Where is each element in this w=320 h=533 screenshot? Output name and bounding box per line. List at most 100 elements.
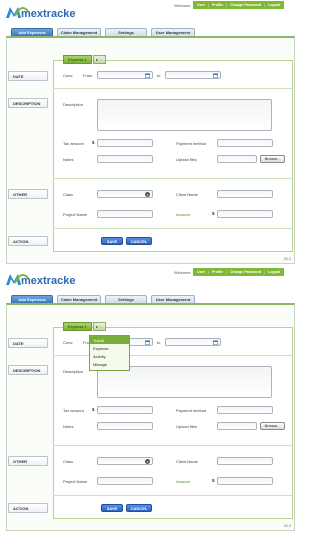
main-tabs: Add Expenses Claim Management Settings U…: [11, 28, 195, 36]
expense-tab-group: Expense 1 ▸ ...: [63, 322, 106, 331]
version-label: V1.2: [283, 524, 291, 528]
section-date: DATE: [8, 71, 48, 81]
amount-input[interactable]: [217, 210, 273, 218]
tab-add-expenses[interactable]: Add Expenses: [11, 28, 53, 36]
client-name-input[interactable]: [217, 190, 273, 198]
class-select[interactable]: ▾: [97, 190, 153, 198]
payment-method-input[interactable]: [217, 139, 273, 147]
section-description: DESCRIPTION: [8, 365, 48, 375]
class-select[interactable]: ▾: [97, 457, 153, 465]
welcome-text: Welcome: [174, 270, 191, 275]
conv-label: Conv.: [63, 73, 74, 78]
divider: [53, 445, 293, 446]
tab-claim-management[interactable]: Claim Management: [57, 28, 101, 36]
expense-type-toggle[interactable]: ▸ ...: [92, 322, 106, 331]
client-name-label: Client Name: [176, 192, 199, 197]
section-action: ACTION: [8, 236, 48, 246]
svg-text:mextracker: mextracker: [21, 8, 76, 19]
dropdown-option-expense[interactable]: Expense: [90, 344, 129, 352]
nav-profile-link[interactable]: Profile: [210, 270, 225, 274]
project-name-input[interactable]: [97, 477, 153, 485]
upload-file-input[interactable]: [217, 422, 257, 430]
tax-amount-input[interactable]: [97, 406, 153, 414]
chevron-down-icon[interactable]: ▾: [145, 459, 150, 464]
payment-method-label: Payment method: [176, 141, 207, 146]
date-from-input[interactable]: [97, 71, 153, 79]
tab-settings[interactable]: Settings: [105, 295, 147, 303]
section-date: DATE: [8, 338, 48, 348]
notes-label: Notes: [63, 157, 74, 162]
tab-add-expenses[interactable]: Add Expenses: [11, 295, 53, 303]
project-name-input[interactable]: [97, 210, 153, 218]
calendar-icon[interactable]: [145, 340, 150, 345]
project-name-label: Project Name: [63, 212, 88, 217]
screen-default: mextracker Welcome User | Profile | Change…: [0, 0, 300, 266]
description-label: Description: [63, 369, 84, 374]
dropdown-option-activity[interactable]: Activity: [90, 352, 129, 360]
nav-logout-link[interactable]: Logout: [266, 270, 282, 274]
svg-text:mextracker: mextracker: [21, 275, 76, 286]
expense-1-button[interactable]: Expense 1: [63, 55, 92, 64]
amount-input[interactable]: [217, 477, 273, 485]
conv-label: Conv.: [63, 340, 74, 345]
browse-button[interactable]: Browse...: [260, 422, 285, 430]
chevron-down-icon[interactable]: ▾: [145, 192, 150, 197]
version-label: V1.2: [283, 257, 291, 261]
description-textarea[interactable]: [97, 99, 272, 131]
cancel-button[interactable]: CANCEL: [126, 237, 152, 245]
mextracker-logo: mextracker: [6, 5, 80, 20]
save-button[interactable]: SAVE: [101, 504, 123, 512]
welcome-text: Welcome: [174, 3, 191, 8]
dropdown-option-travel[interactable]: Travel: [90, 336, 129, 344]
tax-amount-label: Tax amount: [63, 408, 84, 413]
date-to-input[interactable]: [165, 71, 221, 79]
save-button[interactable]: SAVE: [101, 237, 123, 245]
nav-logout-link[interactable]: Logout: [266, 3, 282, 7]
top-nav: User | Profile | Change Password | Logout: [193, 1, 285, 9]
tax-amount-label: Tax amount: [63, 141, 84, 146]
calendar-icon[interactable]: [213, 340, 218, 345]
section-description: DESCRIPTION: [8, 98, 48, 108]
payment-method-input[interactable]: [217, 406, 273, 414]
tab-user-management[interactable]: User Management: [151, 295, 195, 303]
section-other: OTHER: [8, 456, 48, 466]
upload-file-input[interactable]: [217, 155, 257, 163]
class-label: Class: [63, 192, 74, 197]
notes-input[interactable]: [97, 422, 153, 430]
expense-type-toggle[interactable]: ▸ ...: [92, 55, 106, 64]
top-nav: User | Profile | Change Password | Logout: [193, 268, 285, 276]
main-tabs: Add Expenses Claim Management Settings U…: [11, 295, 195, 303]
expense-tab-group: Expense 1 ▸ ...: [63, 55, 106, 64]
description-label: Description: [63, 102, 84, 107]
dropdown-option-mileage[interactable]: Mileage: [90, 360, 129, 368]
nav-user-link[interactable]: User: [195, 3, 207, 7]
nav-profile-link[interactable]: Profile: [210, 3, 225, 7]
nav-user-link[interactable]: User: [195, 270, 207, 274]
calendar-icon[interactable]: [145, 73, 150, 78]
amount-label: Amount: [176, 479, 190, 484]
notes-input[interactable]: [97, 155, 153, 163]
upload-files-label: Upload files: [176, 424, 197, 429]
nav-change-password-link[interactable]: Change Password: [228, 3, 263, 7]
tab-settings[interactable]: Settings: [105, 28, 147, 36]
expense-1-button[interactable]: Expense 1: [63, 322, 92, 331]
cancel-button[interactable]: CANCEL: [126, 504, 152, 512]
tab-claim-management[interactable]: Claim Management: [57, 295, 101, 303]
section-action: ACTION: [8, 503, 48, 513]
client-name-input[interactable]: [217, 457, 273, 465]
tax-amount-input[interactable]: [97, 139, 153, 147]
class-label: Class: [63, 459, 74, 464]
notes-label: Notes: [63, 424, 74, 429]
tab-user-management[interactable]: User Management: [151, 28, 195, 36]
date-to-input[interactable]: [165, 338, 221, 346]
payment-method-label: Payment method: [176, 408, 207, 413]
currency-symbol: $: [92, 140, 95, 145]
calendar-icon[interactable]: [213, 73, 218, 78]
upload-files-label: Upload files: [176, 157, 197, 162]
browse-button[interactable]: Browse...: [260, 155, 285, 163]
screen-dropdown-open: mextracker Welcome User | Profile | Change…: [0, 267, 300, 533]
amount-label: Amount: [176, 212, 190, 217]
to-label: to: [157, 73, 161, 78]
nav-change-password-link[interactable]: Change Password: [228, 270, 263, 274]
expense-type-dropdown: Travel Expense Activity Mileage: [89, 335, 130, 371]
